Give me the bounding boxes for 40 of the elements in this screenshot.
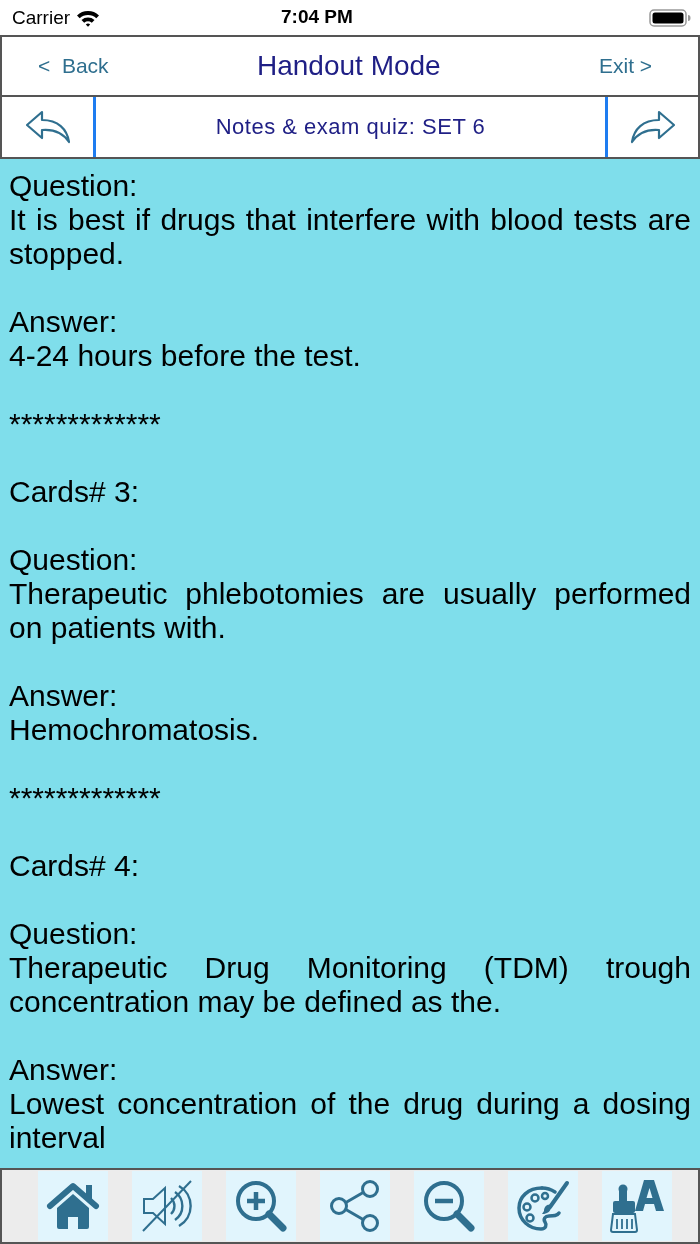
back-button[interactable]: < Back: [38, 52, 109, 80]
card-heading: Cards# 4:: [9, 849, 141, 883]
battery-icon: [649, 9, 691, 27]
answer-label: Answer:: [9, 305, 119, 339]
question-label: Question:: [9, 543, 139, 577]
muted-speaker-icon: [141, 1179, 193, 1233]
zoom-in-button[interactable]: [226, 1171, 296, 1241]
text-style-button[interactable]: [602, 1171, 672, 1241]
separator-line: *************: [9, 407, 162, 441]
answer-label: Answer:: [9, 1053, 119, 1087]
zoom-out-icon: [423, 1180, 475, 1232]
question-label: Question:: [9, 917, 139, 951]
answer-text: 4-24 hours before the test.: [9, 339, 362, 373]
curved-arrow-right-icon: [630, 110, 676, 144]
answer-text: Hemochromatosis.: [9, 713, 261, 747]
question-text: Therapeutic phlebotomies are usually performed on patients with.: [9, 577, 691, 645]
mute-button[interactable]: [132, 1171, 202, 1241]
curved-arrow-left-icon: [24, 110, 71, 144]
home-icon: [46, 1181, 100, 1231]
answer-text: Lowest concentration of the drug during a dosing interval: [9, 1087, 691, 1155]
zoom-out-button[interactable]: [414, 1171, 484, 1241]
question-text: It is best if drugs that interfere with blood tests are stopped.: [9, 203, 691, 271]
palette-button[interactable]: [508, 1171, 578, 1241]
brush-letter-icon: [610, 1179, 664, 1233]
share-icon: [330, 1180, 380, 1232]
question-label: Question:: [9, 169, 139, 203]
screen-title: Handout Mode: [257, 50, 441, 82]
zoom-in-icon: [235, 1180, 287, 1232]
card-heading: Cards# 3:: [9, 475, 141, 509]
share-button[interactable]: [320, 1171, 390, 1241]
answer-label: Answer:: [9, 679, 119, 713]
wifi-icon: [76, 8, 101, 27]
separator-line: *************: [9, 781, 162, 815]
carrier-label: Carrier: [12, 6, 71, 29]
question-text: Therapeutic Drug Monitoring (TDM) trough concentration may be defined as the.: [9, 951, 691, 1019]
palette-brush-icon: [516, 1180, 570, 1232]
time-label: 7:04 PM: [281, 6, 353, 28]
set-title: Notes & exam quiz: SET 6: [215, 113, 486, 141]
home-button[interactable]: [38, 1171, 108, 1241]
exit-button[interactable]: Exit >: [599, 52, 653, 80]
